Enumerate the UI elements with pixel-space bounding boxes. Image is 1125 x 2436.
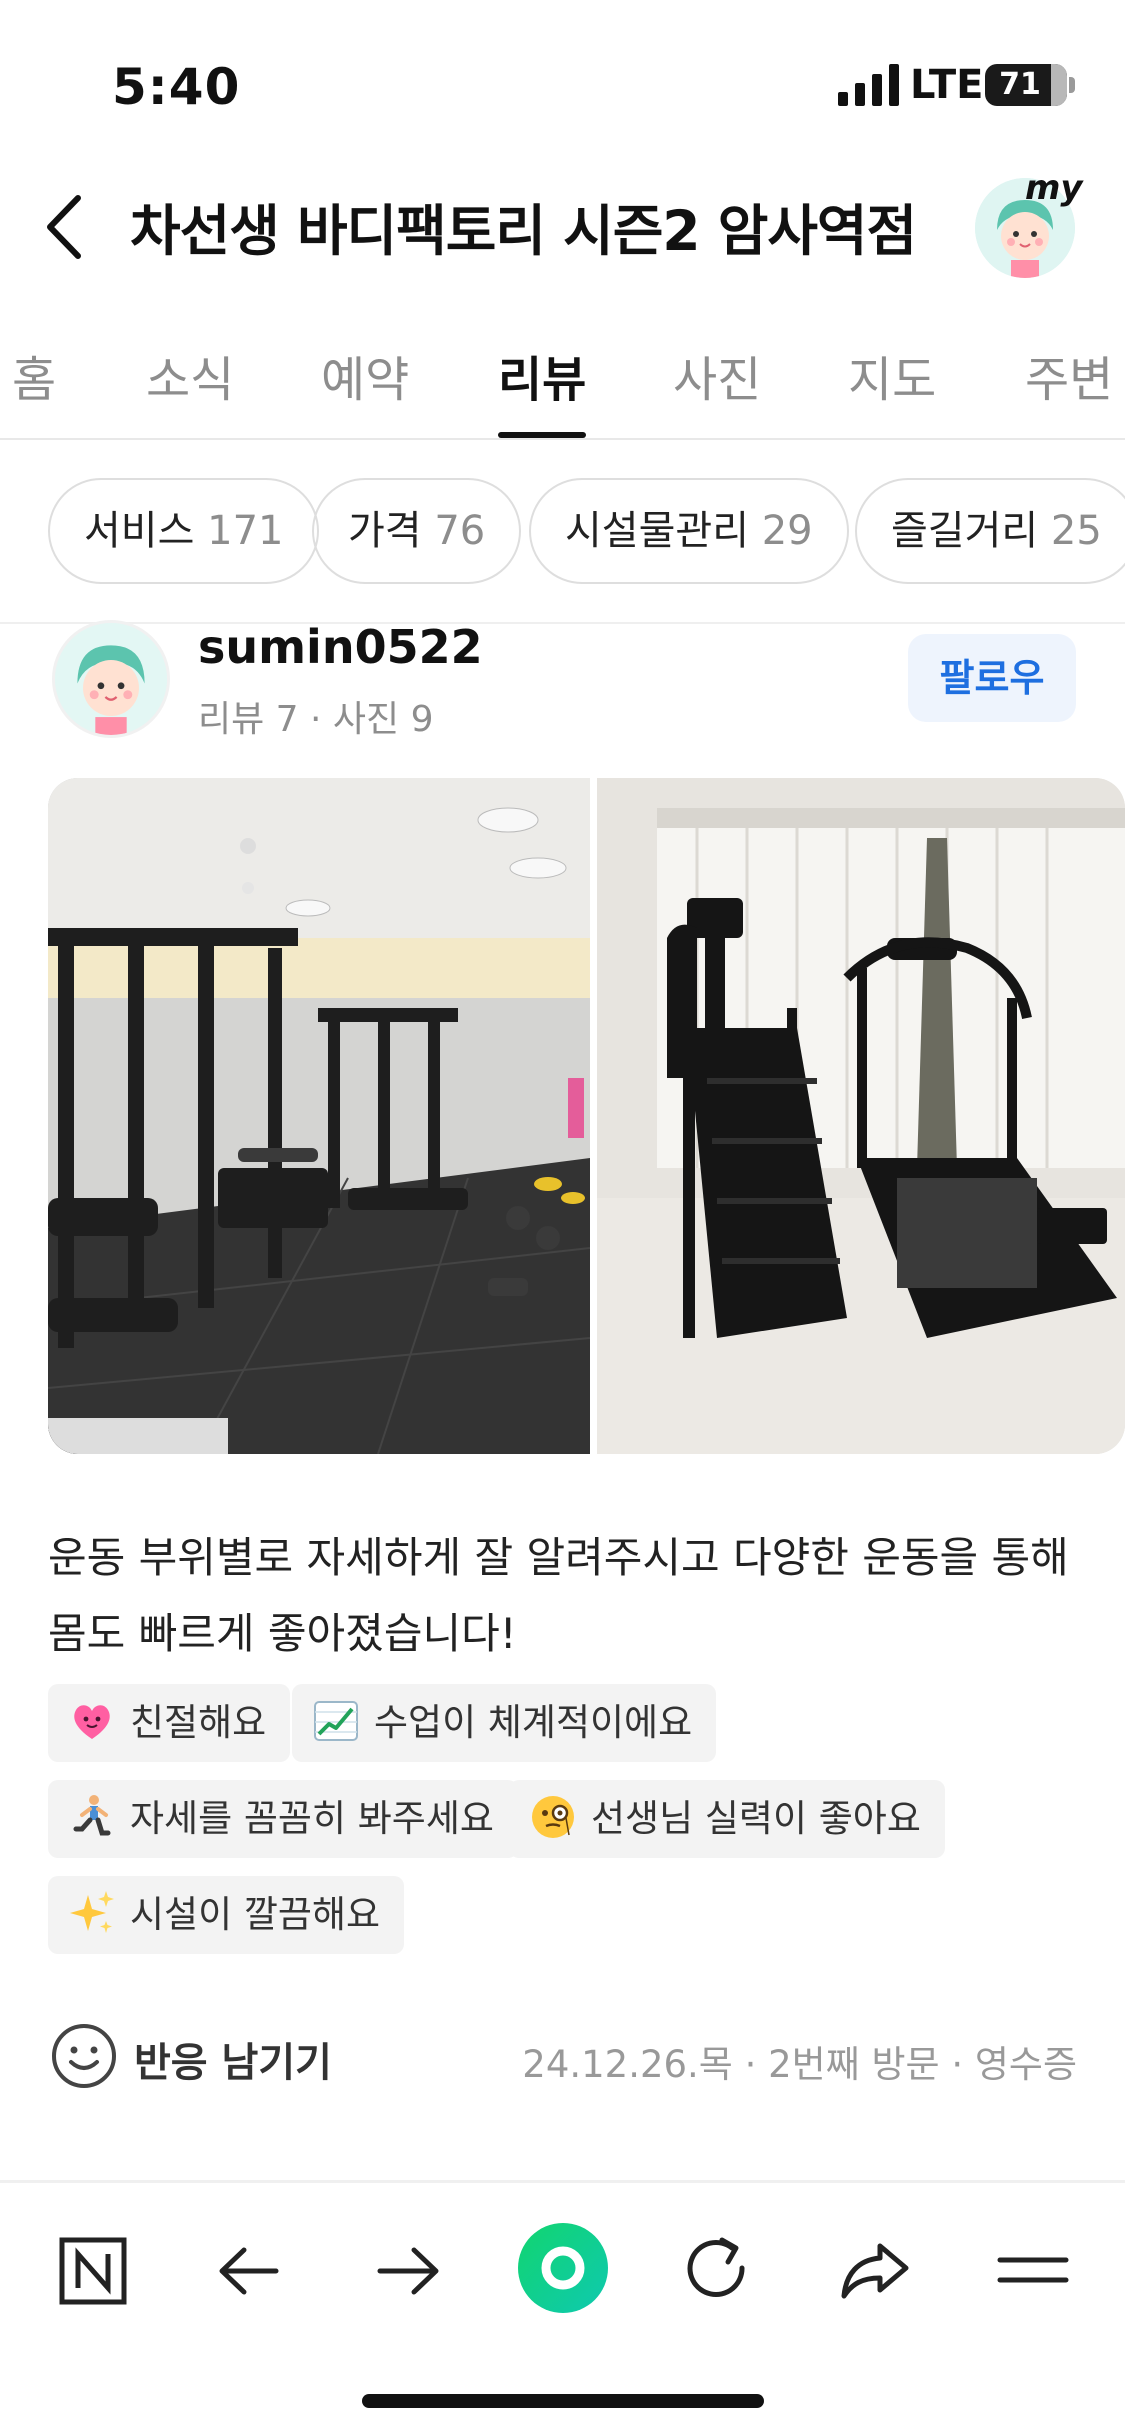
reviewer-username[interactable]: sumin0522 [198,620,483,674]
chart-up-icon [314,1700,358,1741]
active-tab-indicator [498,432,586,438]
status-bar: 5:40 LTE 71 [0,0,1125,150]
heart-icon [74,1704,110,1739]
review-tag: 선생님 실력이 좋아요 [509,1780,945,1858]
back-icon[interactable] [40,192,90,262]
leave-reaction-button[interactable]: 반응 남기기 [134,2030,332,2088]
smile-icon[interactable] [50,2022,118,2090]
home-green-icon[interactable] [516,2221,610,2315]
forward-arrow-icon[interactable] [362,2226,452,2316]
review-photo-cardio-machines[interactable] [597,778,1125,1454]
network-type: LTE [910,62,984,108]
review-tag: 시설이 깔끔해요 [48,1876,405,1954]
tab-nearby[interactable]: 주변 [1025,340,1113,410]
tab-map[interactable]: 지도 [848,340,936,410]
exercise-icon [73,1794,111,1835]
reviewer-avatar[interactable] [52,620,170,738]
battery-icon: 71 [985,64,1075,106]
visit-info: 24.12.26.목 · 2번째 방문 · 영수증 [522,2043,1077,2086]
tab-photos[interactable]: 사진 [673,340,761,410]
avatar-face-icon [55,623,167,735]
tab-reservation[interactable]: 예약 [321,340,409,410]
filter-chip-service[interactable]: 서비스 171 [48,478,320,584]
battery-level: 71 [999,67,1041,102]
gym-interior-image [48,778,590,1454]
tab-bar: 홈 소식 예약 리뷰 사진 지도 주변 [0,330,1125,440]
reviewer-stats: 리뷰 7 · 사진 9 [198,699,434,740]
naver-logo-icon[interactable] [48,2226,138,2316]
review-tag: 수업이 체계적이에요 [292,1684,717,1762]
menu-icon[interactable] [988,2226,1078,2316]
tab-news[interactable]: 소식 [146,340,234,410]
filter-chip-entertainment[interactable]: 즐길거리 25 [855,478,1125,584]
review-tag: 자세를 꼼꼼히 봐주세요 [48,1780,518,1858]
page-title: 차선생 바디팩토리 시즌2 암사역점 [130,199,917,263]
share-icon[interactable] [830,2226,920,2316]
review-photo-gym-interior[interactable] [48,778,590,1454]
home-indicator[interactable] [362,2394,764,2408]
divider [0,622,1125,624]
filter-chip-price[interactable]: 가격 76 [312,478,522,584]
divider [0,2180,1125,2183]
review-body: 운동 부위별로 자세하게 잘 알려주시고 다양한 운동을 통해 몸도 빠르게 좋… [48,1533,1069,1658]
filter-chip-facility[interactable]: 시설물관리 29 [529,478,849,584]
back-arrow-icon[interactable] [206,2226,296,2316]
status-time: 5:40 [112,58,241,116]
signal-icon [838,64,899,106]
refresh-icon[interactable] [672,2226,762,2316]
my-label: my [1025,168,1083,208]
cardio-machines-image [597,778,1125,1454]
monocle-face-icon [532,1795,574,1838]
follow-button[interactable]: 팔로우 [908,634,1076,722]
tab-home[interactable]: 홈 [12,340,56,410]
sparkles-icon [70,1890,114,1933]
tab-reviews[interactable]: 리뷰 [498,340,586,410]
review-tag: 친절해요 [48,1684,291,1762]
